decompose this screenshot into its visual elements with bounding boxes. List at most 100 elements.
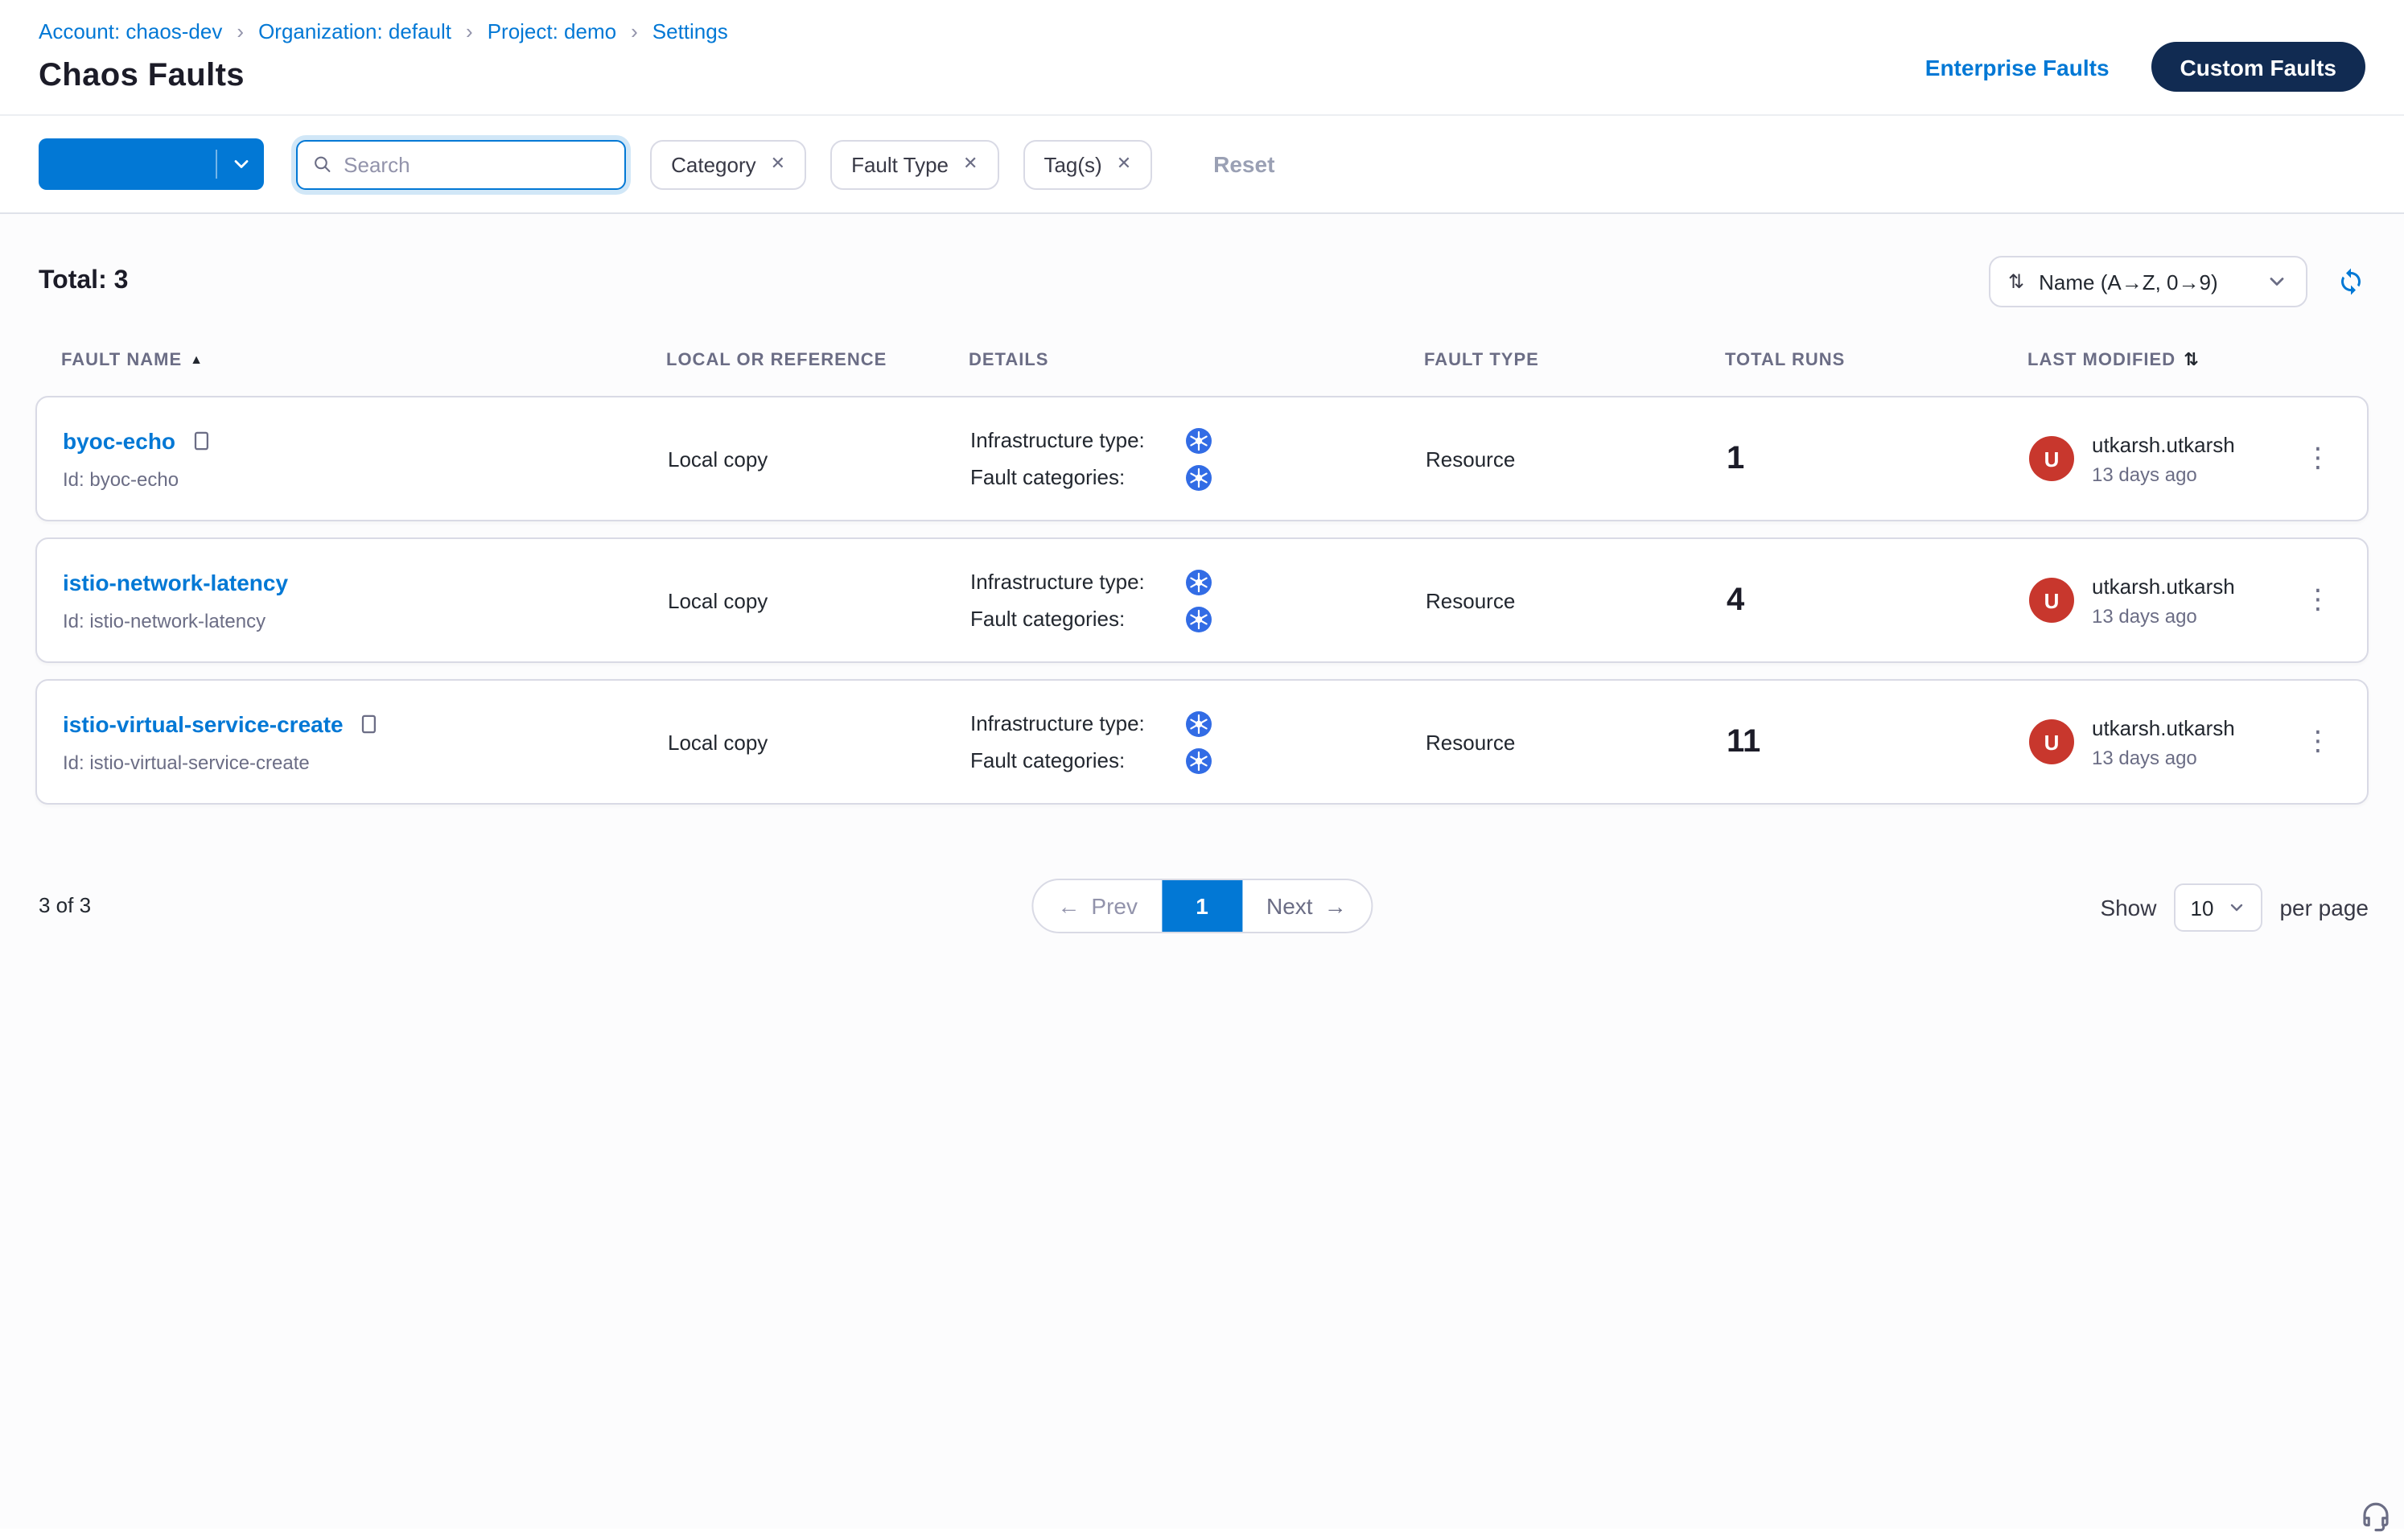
kubernetes-icon — [1186, 606, 1212, 632]
column-total-runs: Total Runs — [1725, 350, 2027, 369]
column-label: Details — [969, 350, 1049, 369]
list-header: Total: 3 ⇅ Name (A→Z, 0→9) — [39, 256, 2365, 307]
refresh-icon — [2336, 267, 2365, 296]
reset-filters-button[interactable]: Reset — [1213, 151, 1274, 177]
total-runs-value: 11 — [1727, 723, 2029, 760]
breadcrumb-organization[interactable]: Organization: default — [258, 19, 451, 43]
chevron-down-icon — [2266, 270, 2288, 293]
per-page-label: per page — [2279, 895, 2369, 920]
page-header: Account: chaos-dev › Organization: defau… — [0, 0, 2404, 116]
refresh-button[interactable] — [2336, 267, 2365, 296]
kubernetes-icon — [1186, 427, 1212, 453]
kubernetes-icon — [1186, 710, 1212, 736]
fault-type-filter-chip[interactable]: Fault Type ✕ — [830, 139, 998, 189]
sort-selected-value: Name (A→Z, 0→9) — [2039, 270, 2251, 294]
main-content: Total: 3 ⇅ Name (A→Z, 0→9) Fault Name ▲ … — [0, 214, 2404, 1529]
search-box — [296, 139, 626, 189]
description-doc-icon[interactable] — [358, 712, 381, 735]
pager: ← Prev 1 Next → — [1031, 879, 1372, 933]
tags-filter-label: Tag(s) — [1044, 152, 1101, 176]
fault-id: Id: istio-network-latency — [63, 609, 668, 632]
sort-updown-icon: ⇅ — [2184, 349, 2199, 370]
table-row: istio-network-latency Id: istio-network-… — [35, 537, 2369, 663]
avatar: U — [2029, 436, 2074, 481]
sort-updown-icon: ⇅ — [2008, 270, 2024, 293]
column-fault-name[interactable]: Fault Name ▲ — [61, 350, 666, 369]
kubernetes-icon — [1186, 569, 1212, 595]
modified-time: 13 days ago — [2092, 604, 2235, 627]
page-size-value: 10 — [2191, 896, 2214, 920]
category-filter-label: Category — [671, 152, 756, 176]
arrow-right-icon: → — [1324, 893, 1347, 919]
avatar: U — [2029, 578, 2074, 623]
header-left: Account: chaos-dev › Organization: defau… — [39, 19, 728, 95]
page-title: Chaos Faults — [39, 58, 728, 95]
next-label: Next — [1266, 893, 1313, 919]
row-menu-button[interactable]: ⋮ — [2295, 580, 2341, 620]
fault-type-filter-label: Fault Type — [851, 152, 949, 176]
page-size-controls: Show 10 per page — [2100, 883, 2369, 932]
chevron-down-icon — [229, 153, 252, 175]
breadcrumb-project[interactable]: Project: demo — [488, 19, 616, 43]
details-cell: Infrastructure type: Fault categories: — [970, 427, 1426, 490]
chevron-right-icon: › — [466, 19, 473, 43]
close-icon[interactable]: ✕ — [963, 155, 978, 173]
avatar: U — [2029, 719, 2074, 764]
arrow-left-icon: ← — [1057, 893, 1080, 919]
show-label: Show — [2100, 895, 2156, 920]
fault-type-cell: Resource — [1426, 447, 1727, 471]
table-header-row: Fault Name ▲ Local or Reference Details … — [35, 349, 2369, 370]
chevron-right-icon: › — [237, 19, 244, 43]
enterprise-faults-link[interactable]: Enterprise Faults — [1925, 54, 2110, 80]
kubernetes-icon — [1186, 464, 1212, 490]
prev-page-button[interactable]: ← Prev — [1033, 880, 1162, 932]
total-runs-value: 4 — [1727, 582, 2029, 619]
last-modified-cell: U utkarsh.utkarsh 13 days ago — [2029, 715, 2270, 768]
column-label: Fault Type — [1424, 350, 1539, 369]
close-icon[interactable]: ✕ — [1117, 155, 1131, 173]
new-fault-split-button: + New Fault — [39, 138, 264, 190]
breadcrumb-account[interactable]: Account: chaos-dev — [39, 19, 222, 43]
next-page-button[interactable]: Next → — [1242, 880, 1371, 932]
row-menu-button[interactable]: ⋮ — [2295, 439, 2341, 479]
list-header-right: ⇅ Name (A→Z, 0→9) — [1989, 256, 2365, 307]
sort-asc-icon: ▲ — [190, 352, 204, 367]
user-name: utkarsh.utkarsh — [2092, 574, 2235, 598]
table-row: istio-virtual-service-create Id: istio-v… — [35, 679, 2369, 805]
column-label: Last Modified — [2027, 350, 2176, 369]
local-or-reference-cell: Local copy — [668, 447, 970, 471]
column-last-modified[interactable]: Last Modified ⇅ — [2027, 349, 2272, 370]
infrastructure-type-label: Infrastructure type: — [970, 711, 1145, 735]
tags-filter-chip[interactable]: Tag(s) ✕ — [1023, 139, 1152, 189]
page-size-dropdown[interactable]: 10 — [2175, 883, 2262, 932]
column-label: Fault Name — [61, 350, 182, 369]
row-menu-button[interactable]: ⋮ — [2295, 722, 2341, 762]
search-input[interactable] — [344, 152, 610, 176]
new-fault-dropdown-button[interactable] — [217, 138, 264, 190]
pagination-range: 3 of 3 — [39, 893, 91, 917]
chaos-faults-page: Account: chaos-dev › Organization: defau… — [0, 0, 2404, 1540]
details-cell: Infrastructure type: Fault categories: — [970, 569, 1426, 632]
support-button[interactable] — [2359, 1500, 2393, 1534]
custom-faults-button[interactable]: Custom Faults — [2151, 42, 2365, 92]
modified-time: 13 days ago — [2092, 746, 2235, 768]
search-icon — [312, 153, 332, 175]
sort-dropdown[interactable]: ⇅ Name (A→Z, 0→9) — [1989, 256, 2307, 307]
filter-chips: Category ✕ Fault Type ✕ Tag(s) ✕ — [650, 139, 1152, 189]
close-icon[interactable]: ✕ — [771, 155, 785, 173]
column-local-or-reference: Local or Reference — [666, 350, 969, 369]
chevron-down-icon — [2226, 898, 2246, 917]
page-number-button[interactable]: 1 — [1162, 880, 1242, 932]
new-fault-button[interactable]: + New Fault — [39, 138, 216, 190]
fault-name-link[interactable]: istio-virtual-service-create — [63, 710, 344, 736]
fault-categories-label: Fault categories: — [970, 748, 1125, 772]
fault-name-link[interactable]: byoc-echo — [63, 427, 175, 453]
local-or-reference-cell: Local copy — [668, 588, 970, 612]
description-doc-icon[interactable] — [190, 429, 212, 451]
fault-name-link[interactable]: istio-network-latency — [63, 569, 288, 595]
fault-id: Id: istio-virtual-service-create — [63, 751, 668, 773]
category-filter-chip[interactable]: Category ✕ — [650, 139, 806, 189]
column-label: Total Runs — [1725, 350, 1845, 369]
infrastructure-type-label: Infrastructure type: — [970, 570, 1145, 594]
breadcrumb-settings[interactable]: Settings — [652, 19, 728, 43]
